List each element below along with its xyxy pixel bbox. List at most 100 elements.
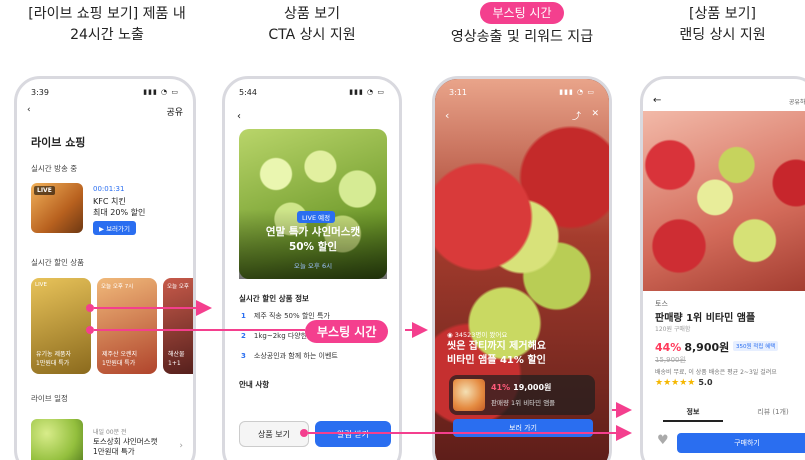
share-icon[interactable]: ⤴: [572, 109, 581, 122]
product-price: 41% 19,000원: [491, 382, 551, 393]
headline-line: 연말 특가 샤인머스캣: [265, 226, 361, 238]
card-line: 해산물: [168, 351, 185, 358]
status-bar: 3:39 ▮▮▮ ◔ ▭: [31, 85, 179, 99]
price-value: 19,000원: [513, 383, 552, 392]
live-product: KFC 치킨 최대 20% 할인: [93, 196, 145, 218]
headline-line: 씻은 잡티까지 제거해요: [447, 341, 546, 352]
viewer-count-text: 34523명이 봤어요: [454, 331, 508, 339]
heart-icon[interactable]: ♥: [657, 433, 669, 448]
signal-icon: ▮▮▮ ◔ ▭: [143, 88, 179, 96]
card-text: 해산물 1+1: [168, 350, 193, 368]
card-line: 1만원대 특가: [102, 360, 136, 367]
clock: 5:44: [239, 87, 257, 97]
card-line: 유기농 제품자: [36, 351, 72, 358]
tab-review[interactable]: 리뷰 (1개): [743, 407, 803, 420]
status-bar: 5:44 ▮▮▮ ◔ ▭: [239, 85, 385, 99]
watch-button[interactable]: ▶ 보러가기: [93, 221, 136, 235]
section-title: 실시간 할인 상품 정보: [239, 294, 309, 303]
product-image: [643, 111, 805, 291]
video-headline: 씻은 잡티까지 제거해요 비타민 앰플 41% 할인: [447, 340, 546, 368]
card-tag: 오늘 오후: [167, 284, 189, 290]
discount-rate: 44%: [655, 341, 682, 354]
card-line: 제주산 오렌지: [102, 351, 138, 358]
caption-line: 상품 보기: [284, 6, 340, 22]
phone-product-view: 5:44 ▮▮▮ ◔ ▭ ‹ LIVE 예정 연말 특가 샤인머스캣 50% 할…: [222, 76, 402, 460]
caption-line: CTA 상시 지원: [268, 27, 356, 43]
deal-card[interactable]: 오늘 오후 해산물 1+1: [163, 278, 193, 374]
product-discount: 최대 20% 할인: [93, 208, 146, 217]
back-arrow-icon[interactable]: ←: [653, 95, 661, 106]
schedule-item[interactable]: 토스상회 샤인머스캣 1만원대 특가: [93, 437, 157, 457]
share-button[interactable]: 공유하기: [789, 97, 805, 106]
shipping-info: 배송비 무료, 이 상품 배송은 평균 2~3일 걸려요: [655, 369, 777, 376]
live-thumbnail[interactable]: LIVE: [31, 183, 83, 233]
star-icon: ★★★★★: [655, 378, 696, 388]
caption-line: [상품 보기]: [689, 6, 756, 22]
caption-boosting: 부스팅 시간 영상송출 및 리워드 지급: [430, 2, 614, 48]
clock: 3:39: [31, 87, 49, 97]
card-line: 1만원대 특가: [36, 360, 70, 367]
buy-button[interactable]: 구매하기: [677, 433, 805, 453]
schedule-thumbnail[interactable]: [31, 419, 83, 460]
share-button[interactable]: 공유: [166, 105, 183, 118]
back-icon[interactable]: ‹: [27, 105, 31, 118]
product-name: KFC 치킨: [93, 197, 126, 206]
boost-label: 부스팅 시간: [305, 320, 389, 343]
phone-live-shopping: 3:39 ▮▮▮ ◔ ▭ ‹ 공유 라이브 쇼핑 실시간 방송 중 LIVE 0…: [14, 76, 196, 460]
discount-rate: 41%: [491, 383, 511, 392]
live-scheduled-tag: LIVE 예정: [297, 211, 336, 223]
card-text: 제주산 오렌지 1만원대 특가: [102, 350, 153, 368]
row-text: 제주 직송 50% 할인 특가: [253, 312, 330, 320]
caption-product-view: 상품 보기 CTA 상시 지원: [222, 4, 402, 46]
product-title: 판매량 1위 비타민 앰플: [655, 313, 756, 324]
mute-icon[interactable]: ✕: [591, 109, 599, 119]
headline-line: 비타민 앰플 41% 할인: [447, 355, 546, 366]
clock: 3:11: [449, 87, 467, 97]
live-tag: LIVE: [34, 186, 55, 195]
product-price: 44% 8,900원: [655, 339, 729, 355]
caption-line: 영상송출 및 리워드 지급: [450, 29, 594, 45]
caption-line: 랜딩 상시 지원: [679, 27, 766, 43]
nav-bar: ‹ 공유: [27, 105, 183, 118]
card-text: 유기농 제품자 1만원대 특가: [36, 350, 87, 368]
section-live-now: 실시간 방송 중: [31, 164, 78, 173]
promo-canvas: [라이브 쇼핑 보기] 제품 내 24시간 노출 상품 보기 CTA 상시 지원…: [0, 0, 805, 460]
deal-card[interactable]: 오늘 오후 7시 제주산 오렌지 1만원대 특가: [97, 278, 157, 374]
info-row: 3 소상공인과 함께 하는 이벤트: [241, 351, 338, 361]
viewer-count: ◉ 34523명이 봤어요: [447, 329, 507, 339]
back-icon[interactable]: ‹: [445, 109, 449, 122]
deal-card[interactable]: LIVE 유기농 제품자 1만원대 특가: [31, 278, 91, 374]
purchase-count: 120원 구매함: [655, 326, 691, 333]
guide-title: 안내 사항: [239, 380, 270, 389]
card-line: 1+1: [168, 360, 181, 367]
watch-button-label: 보러가기: [106, 225, 130, 233]
card-tag: 오늘 오후 7시: [101, 284, 134, 290]
live-timer: 00:01:31: [93, 185, 125, 193]
tab-info[interactable]: 정보: [663, 407, 723, 422]
product-thumbnail: [453, 379, 485, 411]
image-headline: 연말 특가 샤인머스캣 50% 할인: [239, 225, 387, 255]
section-deals: 실시간 할인 상품: [31, 258, 85, 267]
signal-icon: ▮▮▮ ◔ ▭: [559, 88, 595, 96]
row-number: 3: [241, 352, 246, 360]
caption-landing: [상품 보기] 랜딩 상시 지원: [640, 4, 805, 46]
product-name: 판매량 1위 비타민 앰플: [491, 399, 556, 407]
price-value: 8,900원: [684, 341, 730, 354]
row-number: 1: [241, 312, 246, 320]
phone-landing: ← 공유하기 토스 판매량 1위 비타민 앰플 120원 구매함 44%8,90…: [640, 76, 805, 460]
notify-button[interactable]: 알림 받기: [315, 421, 391, 447]
headline-line: 50% 할인: [288, 241, 338, 253]
caption-live-shopping: [라이브 쇼핑 보기] 제품 내 24시간 노출: [14, 4, 200, 46]
row-number: 2: [241, 332, 246, 340]
view-product-button[interactable]: 상품 보기: [239, 421, 309, 447]
product-card[interactable]: 41% 19,000원 판매량 1위 비타민 앰플: [449, 375, 595, 415]
eye-icon: ◉: [447, 331, 455, 339]
original-price: 15,900원: [655, 356, 686, 364]
caption-line: [라이브 쇼핑 보기] 제품 내: [28, 6, 186, 22]
signal-icon: ▮▮▮ ◔ ▭: [349, 88, 385, 96]
go-buy-button[interactable]: 보러 가기: [453, 419, 593, 437]
back-icon[interactable]: ‹: [237, 111, 241, 122]
brand-name: 토스: [655, 300, 668, 308]
caption-line: 24시간 노출: [70, 27, 144, 43]
section-schedule: 라이브 일정: [31, 394, 68, 403]
